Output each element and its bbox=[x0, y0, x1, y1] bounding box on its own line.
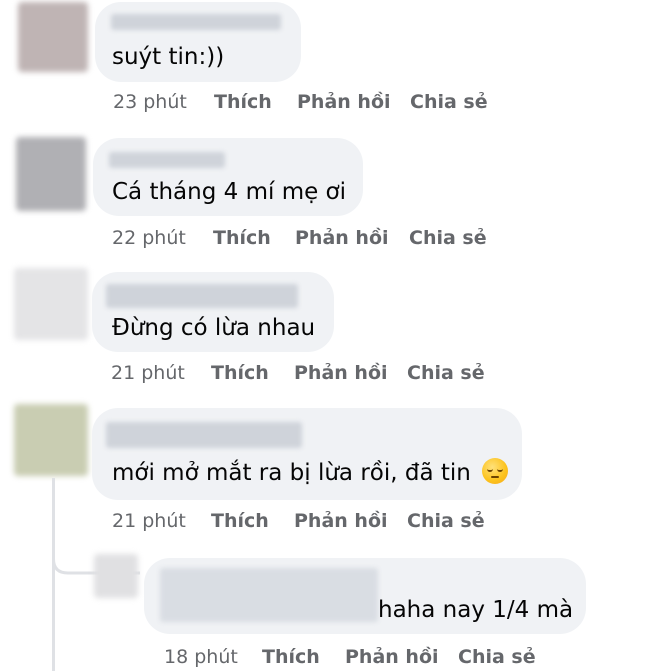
commenter-avatar[interactable] bbox=[18, 2, 88, 72]
share-button[interactable]: Chia sẻ bbox=[407, 509, 485, 533]
share-button[interactable]: Chia sẻ bbox=[407, 361, 485, 385]
comment-text-content: mới mở mắt ra bị lừa rồi, đã tin bbox=[112, 460, 471, 486]
comment-bubble: suýt tin:)) bbox=[95, 2, 301, 82]
comment-timestamp[interactable]: 21 phút bbox=[112, 509, 186, 533]
share-button[interactable]: Chia sẻ bbox=[409, 226, 487, 250]
reply-bubble: haha nay 1/4 mà bbox=[144, 558, 586, 634]
like-button[interactable]: Thích bbox=[211, 361, 269, 385]
reply-avatar[interactable] bbox=[94, 554, 138, 598]
commenter-name[interactable] bbox=[106, 284, 298, 308]
comment-actions: 22 phút Thích Phản hồi Chia sẻ bbox=[112, 226, 532, 250]
comment-text: Đừng có lừa nhau bbox=[112, 315, 316, 341]
comment-bubble: Cá tháng 4 mí mẹ ơi bbox=[93, 138, 363, 216]
reply-share-button[interactable]: Chia sẻ bbox=[458, 645, 536, 669]
comment-actions: 21 phút Thích Phản hồi Chia sẻ bbox=[111, 361, 531, 385]
reply-actions: 18 phút Thích Phản hồi Chia sẻ bbox=[164, 645, 584, 669]
like-button[interactable]: Thích bbox=[211, 509, 269, 533]
commenter-avatar[interactable] bbox=[16, 137, 86, 211]
commenter-name[interactable] bbox=[109, 152, 225, 168]
reply-like-button[interactable]: Thích bbox=[262, 645, 320, 669]
commenter-avatar[interactable] bbox=[14, 404, 88, 476]
comment-timestamp[interactable]: 23 phút bbox=[113, 90, 187, 114]
reply-reply-button[interactable]: Phản hồi bbox=[345, 645, 439, 669]
comment-actions: 23 phút Thích Phản hồi Chia sẻ bbox=[113, 90, 533, 114]
pensive-face-emoji bbox=[482, 458, 509, 484]
comment-bubble: mới mở mắt ra bị lừa rồi, đã tin bbox=[92, 408, 522, 500]
reply-button[interactable]: Phản hồi bbox=[297, 90, 391, 114]
comment-text: Cá tháng 4 mí mẹ ơi bbox=[112, 179, 347, 205]
comment-timestamp[interactable]: 21 phút bbox=[111, 361, 185, 385]
comment-timestamp[interactable]: 22 phút bbox=[112, 226, 186, 250]
reply-button[interactable]: Phản hồi bbox=[294, 509, 388, 533]
reply-button[interactable]: Phản hồi bbox=[294, 361, 388, 385]
reply-commenter-name[interactable] bbox=[160, 568, 378, 622]
reply-timestamp[interactable]: 18 phút bbox=[164, 645, 238, 669]
commenter-name[interactable] bbox=[111, 14, 281, 30]
comment-text: suýt tin:)) bbox=[112, 44, 225, 70]
comment-bubble: Đừng có lừa nhau bbox=[92, 272, 334, 352]
comment-actions: 21 phút Thích Phản hồi Chia sẻ bbox=[112, 509, 532, 533]
reply-text: haha nay 1/4 mà bbox=[378, 597, 574, 623]
commenter-name[interactable] bbox=[106, 422, 302, 448]
like-button[interactable]: Thích bbox=[213, 226, 271, 250]
comment-text: mới mở mắt ra bị lừa rồi, đã tin bbox=[112, 458, 509, 488]
like-button[interactable]: Thích bbox=[214, 90, 272, 114]
share-button[interactable]: Chia sẻ bbox=[410, 90, 488, 114]
commenter-avatar[interactable] bbox=[14, 268, 88, 340]
reply-button[interactable]: Phản hồi bbox=[295, 226, 389, 250]
